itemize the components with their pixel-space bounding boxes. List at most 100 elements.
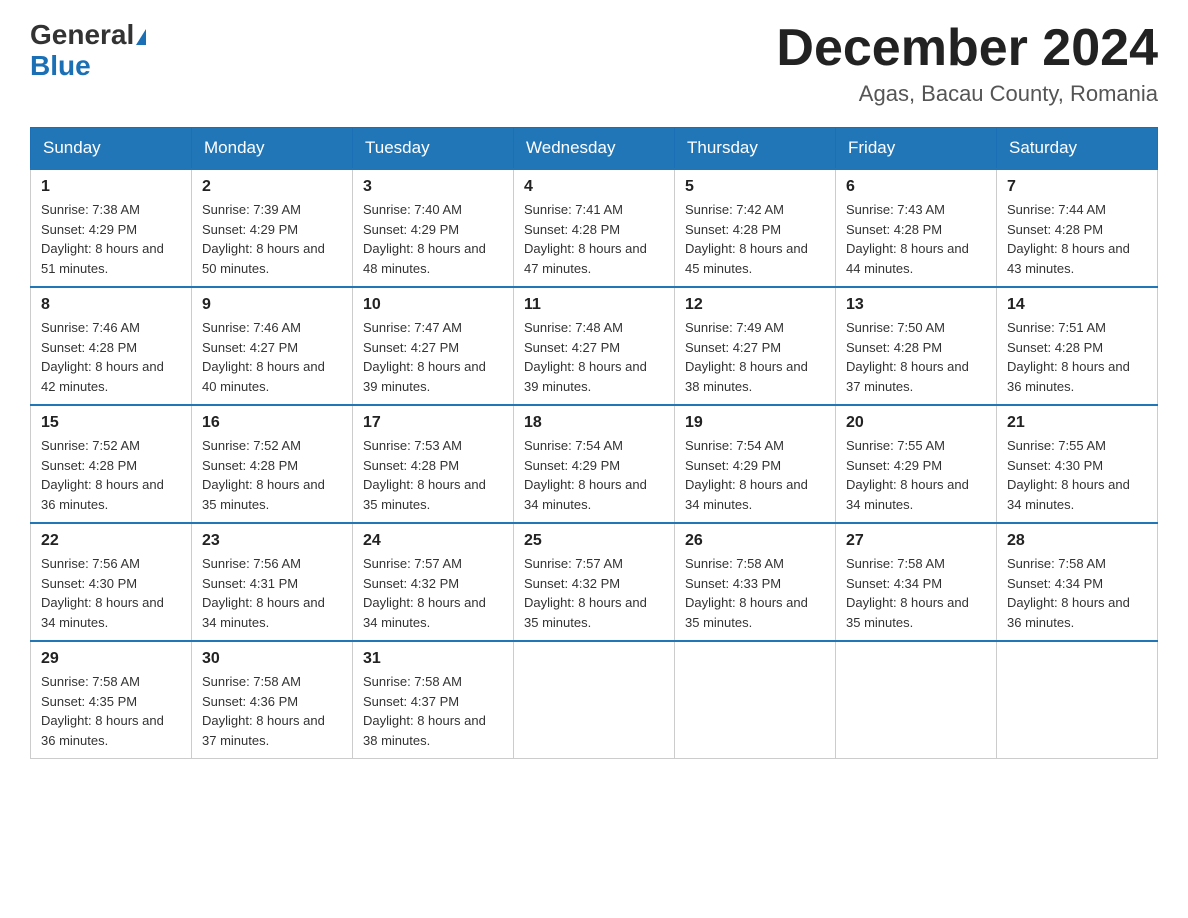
day-info: Sunrise: 7:56 AM Sunset: 4:31 PM Dayligh… — [202, 554, 342, 632]
calendar-day-cell: 11 Sunrise: 7:48 AM Sunset: 4:27 PM Dayl… — [514, 287, 675, 405]
day-info: Sunrise: 7:55 AM Sunset: 4:29 PM Dayligh… — [846, 436, 986, 514]
day-number: 9 — [202, 296, 342, 314]
day-number: 8 — [41, 296, 181, 314]
calendar-day-cell: 3 Sunrise: 7:40 AM Sunset: 4:29 PM Dayli… — [353, 169, 514, 287]
calendar-week-row: 22 Sunrise: 7:56 AM Sunset: 4:30 PM Dayl… — [31, 523, 1158, 641]
calendar-day-cell: 26 Sunrise: 7:58 AM Sunset: 4:33 PM Dayl… — [675, 523, 836, 641]
day-info: Sunrise: 7:51 AM Sunset: 4:28 PM Dayligh… — [1007, 318, 1147, 396]
calendar-day-cell — [997, 641, 1158, 759]
day-info: Sunrise: 7:58 AM Sunset: 4:34 PM Dayligh… — [1007, 554, 1147, 632]
calendar-day-cell: 20 Sunrise: 7:55 AM Sunset: 4:29 PM Dayl… — [836, 405, 997, 523]
calendar-week-row: 29 Sunrise: 7:58 AM Sunset: 4:35 PM Dayl… — [31, 641, 1158, 759]
day-number: 23 — [202, 532, 342, 550]
calendar-table: Sunday Monday Tuesday Wednesday Thursday… — [30, 127, 1158, 759]
calendar-week-row: 8 Sunrise: 7:46 AM Sunset: 4:28 PM Dayli… — [31, 287, 1158, 405]
day-number: 28 — [1007, 532, 1147, 550]
day-number: 22 — [41, 532, 181, 550]
calendar-day-cell — [836, 641, 997, 759]
day-number: 3 — [363, 178, 503, 196]
day-number: 31 — [363, 650, 503, 668]
day-info: Sunrise: 7:43 AM Sunset: 4:28 PM Dayligh… — [846, 200, 986, 278]
day-info: Sunrise: 7:44 AM Sunset: 4:28 PM Dayligh… — [1007, 200, 1147, 278]
calendar-day-cell: 24 Sunrise: 7:57 AM Sunset: 4:32 PM Dayl… — [353, 523, 514, 641]
calendar-day-cell: 4 Sunrise: 7:41 AM Sunset: 4:28 PM Dayli… — [514, 169, 675, 287]
calendar-day-cell: 30 Sunrise: 7:58 AM Sunset: 4:36 PM Dayl… — [192, 641, 353, 759]
calendar-day-cell: 17 Sunrise: 7:53 AM Sunset: 4:28 PM Dayl… — [353, 405, 514, 523]
day-info: Sunrise: 7:58 AM Sunset: 4:34 PM Dayligh… — [846, 554, 986, 632]
day-info: Sunrise: 7:55 AM Sunset: 4:30 PM Dayligh… — [1007, 436, 1147, 514]
calendar-day-cell — [514, 641, 675, 759]
day-info: Sunrise: 7:57 AM Sunset: 4:32 PM Dayligh… — [524, 554, 664, 632]
calendar-day-cell: 13 Sunrise: 7:50 AM Sunset: 4:28 PM Dayl… — [836, 287, 997, 405]
calendar-day-cell: 15 Sunrise: 7:52 AM Sunset: 4:28 PM Dayl… — [31, 405, 192, 523]
calendar-day-cell: 23 Sunrise: 7:56 AM Sunset: 4:31 PM Dayl… — [192, 523, 353, 641]
calendar-day-cell: 19 Sunrise: 7:54 AM Sunset: 4:29 PM Dayl… — [675, 405, 836, 523]
day-info: Sunrise: 7:46 AM Sunset: 4:28 PM Dayligh… — [41, 318, 181, 396]
day-number: 27 — [846, 532, 986, 550]
calendar-day-cell: 12 Sunrise: 7:49 AM Sunset: 4:27 PM Dayl… — [675, 287, 836, 405]
day-info: Sunrise: 7:41 AM Sunset: 4:28 PM Dayligh… — [524, 200, 664, 278]
logo-blue-text: Blue — [30, 50, 91, 81]
day-number: 15 — [41, 414, 181, 432]
day-info: Sunrise: 7:38 AM Sunset: 4:29 PM Dayligh… — [41, 200, 181, 278]
day-info: Sunrise: 7:48 AM Sunset: 4:27 PM Dayligh… — [524, 318, 664, 396]
calendar-week-row: 15 Sunrise: 7:52 AM Sunset: 4:28 PM Dayl… — [31, 405, 1158, 523]
day-number: 4 — [524, 178, 664, 196]
day-info: Sunrise: 7:52 AM Sunset: 4:28 PM Dayligh… — [202, 436, 342, 514]
col-saturday: Saturday — [997, 128, 1158, 170]
calendar-day-cell: 8 Sunrise: 7:46 AM Sunset: 4:28 PM Dayli… — [31, 287, 192, 405]
day-info: Sunrise: 7:53 AM Sunset: 4:28 PM Dayligh… — [363, 436, 503, 514]
day-number: 14 — [1007, 296, 1147, 314]
day-number: 5 — [685, 178, 825, 196]
logo-triangle-icon — [136, 29, 146, 45]
calendar-day-cell: 14 Sunrise: 7:51 AM Sunset: 4:28 PM Dayl… — [997, 287, 1158, 405]
calendar-day-cell: 16 Sunrise: 7:52 AM Sunset: 4:28 PM Dayl… — [192, 405, 353, 523]
day-info: Sunrise: 7:56 AM Sunset: 4:30 PM Dayligh… — [41, 554, 181, 632]
month-title: December 2024 — [776, 20, 1158, 77]
day-info: Sunrise: 7:52 AM Sunset: 4:28 PM Dayligh… — [41, 436, 181, 514]
day-info: Sunrise: 7:57 AM Sunset: 4:32 PM Dayligh… — [363, 554, 503, 632]
day-number: 17 — [363, 414, 503, 432]
calendar-day-cell: 9 Sunrise: 7:46 AM Sunset: 4:27 PM Dayli… — [192, 287, 353, 405]
day-number: 18 — [524, 414, 664, 432]
day-info: Sunrise: 7:50 AM Sunset: 4:28 PM Dayligh… — [846, 318, 986, 396]
calendar-day-cell: 29 Sunrise: 7:58 AM Sunset: 4:35 PM Dayl… — [31, 641, 192, 759]
col-thursday: Thursday — [675, 128, 836, 170]
day-info: Sunrise: 7:58 AM Sunset: 4:36 PM Dayligh… — [202, 672, 342, 750]
day-number: 24 — [363, 532, 503, 550]
page-header: General Blue December 2024 Agas, Bacau C… — [30, 20, 1158, 107]
day-number: 19 — [685, 414, 825, 432]
calendar-day-cell: 28 Sunrise: 7:58 AM Sunset: 4:34 PM Dayl… — [997, 523, 1158, 641]
calendar-day-cell — [675, 641, 836, 759]
day-number: 11 — [524, 296, 664, 314]
logo-general-text: General — [30, 19, 134, 50]
calendar-day-cell: 25 Sunrise: 7:57 AM Sunset: 4:32 PM Dayl… — [514, 523, 675, 641]
day-number: 12 — [685, 296, 825, 314]
col-tuesday: Tuesday — [353, 128, 514, 170]
day-info: Sunrise: 7:58 AM Sunset: 4:37 PM Dayligh… — [363, 672, 503, 750]
calendar-day-cell: 1 Sunrise: 7:38 AM Sunset: 4:29 PM Dayli… — [31, 169, 192, 287]
day-number: 25 — [524, 532, 664, 550]
day-number: 7 — [1007, 178, 1147, 196]
calendar-day-cell: 7 Sunrise: 7:44 AM Sunset: 4:28 PM Dayli… — [997, 169, 1158, 287]
day-number: 2 — [202, 178, 342, 196]
day-number: 30 — [202, 650, 342, 668]
calendar-week-row: 1 Sunrise: 7:38 AM Sunset: 4:29 PM Dayli… — [31, 169, 1158, 287]
day-number: 10 — [363, 296, 503, 314]
col-monday: Monday — [192, 128, 353, 170]
day-info: Sunrise: 7:58 AM Sunset: 4:35 PM Dayligh… — [41, 672, 181, 750]
calendar-day-cell: 31 Sunrise: 7:58 AM Sunset: 4:37 PM Dayl… — [353, 641, 514, 759]
calendar-day-cell: 6 Sunrise: 7:43 AM Sunset: 4:28 PM Dayli… — [836, 169, 997, 287]
day-info: Sunrise: 7:58 AM Sunset: 4:33 PM Dayligh… — [685, 554, 825, 632]
day-number: 20 — [846, 414, 986, 432]
col-sunday: Sunday — [31, 128, 192, 170]
calendar-day-cell: 10 Sunrise: 7:47 AM Sunset: 4:27 PM Dayl… — [353, 287, 514, 405]
day-info: Sunrise: 7:42 AM Sunset: 4:28 PM Dayligh… — [685, 200, 825, 278]
calendar-day-cell: 22 Sunrise: 7:56 AM Sunset: 4:30 PM Dayl… — [31, 523, 192, 641]
day-number: 13 — [846, 296, 986, 314]
day-number: 21 — [1007, 414, 1147, 432]
day-info: Sunrise: 7:40 AM Sunset: 4:29 PM Dayligh… — [363, 200, 503, 278]
col-wednesday: Wednesday — [514, 128, 675, 170]
day-number: 16 — [202, 414, 342, 432]
calendar-day-cell: 2 Sunrise: 7:39 AM Sunset: 4:29 PM Dayli… — [192, 169, 353, 287]
